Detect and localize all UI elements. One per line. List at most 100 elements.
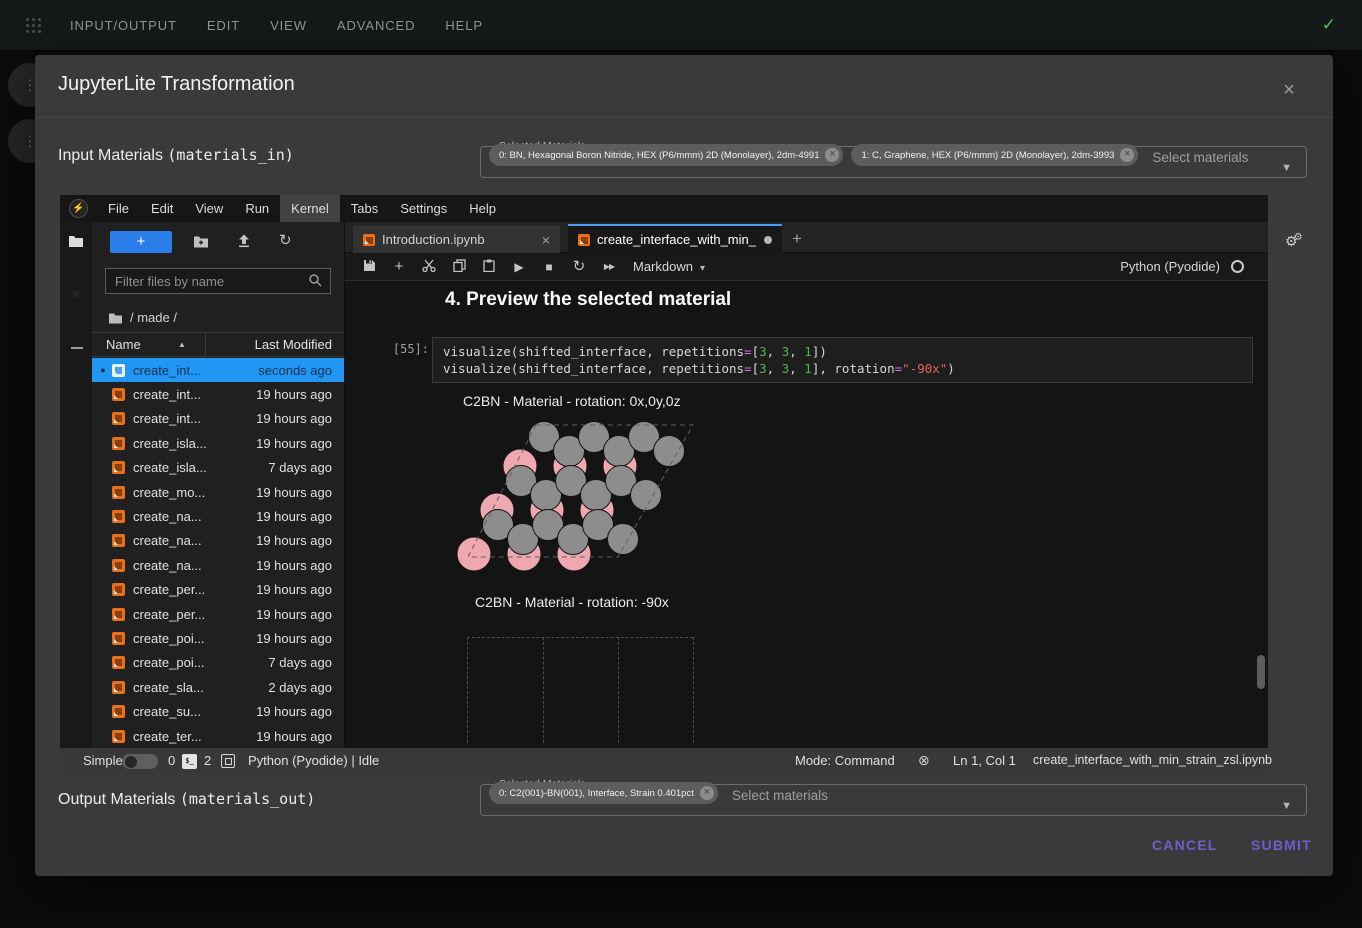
- kernel-status-icon[interactable]: [1231, 260, 1244, 273]
- stop-kernel-icon[interactable]: ■: [541, 259, 557, 275]
- jlab-menu-settings[interactable]: Settings: [389, 195, 458, 222]
- app-menu-help[interactable]: HELP: [445, 18, 483, 33]
- cut-cell-icon[interactable]: [421, 259, 437, 275]
- notebook-file-icon: [112, 534, 125, 547]
- breadcrumb-path: / made /: [130, 310, 177, 325]
- file-modified: 19 hours ago: [256, 411, 332, 426]
- file-row[interactable]: create_na...19 hours ago: [92, 504, 344, 528]
- close-tab-icon[interactable]: ×: [542, 232, 550, 248]
- chip-label: 1: C, Graphene, HEX (P6/mmm) 2D (Monolay…: [861, 150, 1114, 161]
- refresh-icon[interactable]: ↻: [279, 234, 292, 248]
- file-row[interactable]: create_mo...19 hours ago: [92, 480, 344, 504]
- file-browser-icon[interactable]: [68, 234, 84, 252]
- tab-bar: Introduction.ipynb × create_interface_wi…: [345, 222, 1268, 253]
- file-modified: 19 hours ago: [256, 704, 332, 719]
- material-chip[interactable]: 1: C, Graphene, HEX (P6/mmm) 2D (Monolay…: [851, 144, 1138, 166]
- breadcrumb[interactable]: / made /: [108, 310, 177, 325]
- sort-ascending-icon: ▲: [178, 340, 186, 349]
- file-modified: 19 hours ago: [256, 631, 332, 646]
- file-row[interactable]: create_int...19 hours ago: [92, 382, 344, 406]
- file-row[interactable]: create_ter...19 hours ago: [92, 724, 344, 748]
- new-launcher-button[interactable]: +: [110, 231, 172, 253]
- save-icon[interactable]: [361, 259, 377, 275]
- file-row[interactable]: create_per...19 hours ago: [92, 578, 344, 602]
- column-name[interactable]: Name: [106, 337, 141, 352]
- jlab-menu-run[interactable]: Run: [234, 195, 280, 222]
- material-chip[interactable]: 0: C2(001)-BN(001), Interface, Strain 0.…: [489, 782, 718, 804]
- app-menu-input-output[interactable]: INPUT/OUTPUT: [70, 18, 177, 33]
- jlab-menu-help[interactable]: Help: [458, 195, 507, 222]
- chevron-down-icon[interactable]: ▼: [1281, 162, 1292, 174]
- file-row[interactable]: create_na...19 hours ago: [92, 553, 344, 577]
- wireframe-cell-edge: [543, 637, 544, 743]
- code-cell[interactable]: visualize(shifted_interface, repetitions…: [432, 337, 1253, 383]
- restart-run-all-icon[interactable]: ▶▶: [601, 259, 617, 275]
- jupyter-body: + ↻ / made /: [60, 222, 1268, 748]
- material-chip[interactable]: 0: BN, Hexagonal Boron Nitride, HEX (P6/…: [489, 144, 843, 166]
- notebook-file-icon: [112, 510, 125, 523]
- wireframe-cell-edge: [467, 637, 693, 638]
- input-materials-select[interactable]: Selected Materials 0: BN, Hexagonal Boro…: [480, 140, 1307, 178]
- notebook-file-icon: [112, 705, 125, 718]
- notebook-file-icon: [578, 234, 590, 246]
- cell-type-dropdown[interactable]: Markdown▾: [633, 259, 705, 274]
- filter-files-input[interactable]: [105, 268, 331, 294]
- chip-delete-icon[interactable]: ×: [1120, 148, 1134, 162]
- app-menu-advanced[interactable]: ADVANCED: [337, 18, 415, 33]
- output-materials-select[interactable]: Selected Materials 0: C2(001)-BN(001), I…: [480, 778, 1307, 816]
- jlab-menu-kernel[interactable]: Kernel: [280, 195, 340, 222]
- simple-mode-toggle[interactable]: [122, 754, 158, 769]
- tab-create-interface[interactable]: create_interface_with_min_: [568, 224, 782, 253]
- upload-icon[interactable]: [237, 234, 251, 253]
- paste-cell-icon[interactable]: [481, 259, 497, 275]
- file-modified: 19 hours ago: [256, 533, 332, 548]
- markdown-heading[interactable]: 4. Preview the selected material: [445, 289, 731, 311]
- atomic-structure-visualization: [430, 418, 730, 590]
- submit-button[interactable]: SUBMIT: [1251, 837, 1312, 853]
- apps-grid-icon[interactable]: [26, 18, 29, 21]
- file-row[interactable]: create_su...19 hours ago: [92, 699, 344, 723]
- chip-delete-icon[interactable]: ×: [825, 148, 839, 162]
- file-row[interactable]: create_isla...7 days ago: [92, 456, 344, 480]
- scrollbar-thumb[interactable]: [1257, 655, 1265, 689]
- file-row[interactable]: create_poi...19 hours ago: [92, 626, 344, 650]
- kernel-status-text[interactable]: Python (Pyodide) | Idle: [248, 753, 379, 768]
- terminals-count[interactable]: 0: [168, 753, 175, 768]
- kernel-name[interactable]: Python (Pyodide): [1120, 259, 1220, 274]
- file-row[interactable]: ●create_int...seconds ago: [92, 358, 344, 382]
- kernels-count[interactable]: 2: [204, 753, 211, 768]
- jlab-menu-edit[interactable]: Edit: [140, 195, 184, 222]
- file-row[interactable]: create_int...19 hours ago: [92, 407, 344, 431]
- jlab-menu-file[interactable]: File: [97, 195, 140, 222]
- notebook-file-icon: [112, 583, 125, 596]
- file-name: create_na...: [133, 533, 256, 548]
- add-cell-icon[interactable]: +: [391, 259, 407, 275]
- cancel-button[interactable]: CANCEL: [1152, 837, 1218, 853]
- tab-introduction[interactable]: Introduction.ipynb ×: [353, 226, 560, 253]
- file-row[interactable]: create_na...19 hours ago: [92, 529, 344, 553]
- chevron-down-icon[interactable]: ▼: [1281, 800, 1292, 812]
- file-name: create_poi...: [133, 631, 256, 646]
- close-icon[interactable]: ×: [1277, 79, 1301, 102]
- app-menu-view[interactable]: VIEW: [270, 18, 307, 33]
- jlab-menu-tabs[interactable]: Tabs: [340, 195, 389, 222]
- new-tab-icon[interactable]: +: [792, 229, 802, 249]
- notebook-content[interactable]: 4. Preview the selected material [55]: v…: [345, 281, 1268, 748]
- input-chips: 0: BN, Hexagonal Boron Nitride, HEX (P6/…: [489, 144, 1138, 166]
- file-row[interactable]: create_poi...7 days ago: [92, 651, 344, 675]
- kernel-chip-icon: [221, 754, 235, 768]
- jlab-menu-view[interactable]: View: [184, 195, 234, 222]
- chip-delete-icon[interactable]: ×: [700, 786, 714, 800]
- settings-gears-icon[interactable]: ⚙⚙: [1285, 233, 1307, 251]
- file-row[interactable]: create_isla...19 hours ago: [92, 431, 344, 455]
- app-menu-edit[interactable]: EDIT: [207, 18, 240, 33]
- new-folder-icon[interactable]: [193, 234, 209, 253]
- file-row[interactable]: create_per...19 hours ago: [92, 602, 344, 626]
- file-name: create_ter...: [133, 729, 256, 744]
- restart-kernel-icon[interactable]: ↻: [571, 259, 587, 275]
- copy-cell-icon[interactable]: [451, 259, 467, 275]
- file-row[interactable]: create_sla...2 days ago: [92, 675, 344, 699]
- column-last-modified[interactable]: Last Modified: [255, 337, 332, 352]
- run-cell-icon[interactable]: ▶: [511, 259, 527, 275]
- file-modified: 19 hours ago: [256, 729, 332, 744]
